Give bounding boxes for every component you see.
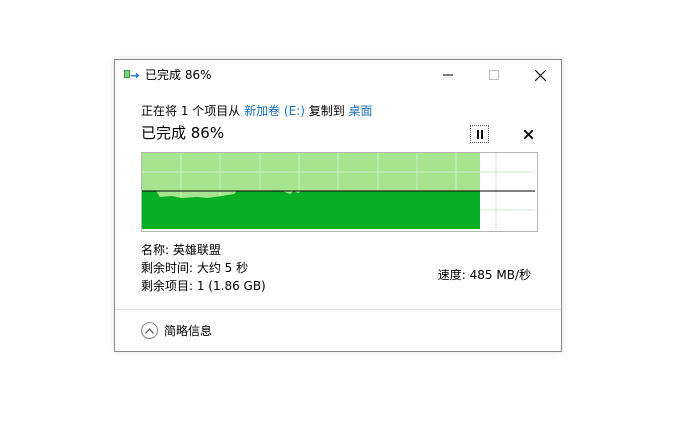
pause-button[interactable] bbox=[470, 125, 489, 143]
minimize-button[interactable] bbox=[425, 60, 471, 90]
copy-prefix: 正在将 1 个项目从 bbox=[141, 104, 245, 118]
copy-progress-dialog: 已完成 86% 正在将 1 个项目从 新加卷 (E:) 复制到 桌面 已完成 8… bbox=[114, 59, 562, 352]
pause-icon bbox=[476, 129, 483, 139]
transfer-speed-graph: 速度: 485 MB/秒 bbox=[141, 152, 538, 282]
transfer-details: 名称: 英雄联盟 剩余时间: 大约 5 秒 剩余项目: 1 (1.86 GB) bbox=[141, 241, 266, 295]
item-name: 名称: 英雄联盟 bbox=[141, 243, 221, 257]
copy-description: 正在将 1 个项目从 新加卷 (E:) 复制到 桌面 bbox=[141, 103, 373, 119]
items-remaining: 剩余项目: 1 (1.86 GB) bbox=[141, 279, 266, 293]
source-link[interactable]: 新加卷 (E:) bbox=[244, 104, 305, 118]
minimize-icon bbox=[443, 74, 453, 76]
chevron-up-icon bbox=[141, 322, 158, 339]
fewer-details-toggle[interactable]: 简略信息 bbox=[141, 322, 212, 339]
maximize-icon bbox=[489, 70, 499, 80]
footer-divider bbox=[115, 309, 561, 310]
progress-heading: 已完成 86% bbox=[141, 124, 225, 142]
cancel-icon bbox=[523, 129, 533, 139]
copy-middle: 复制到 bbox=[304, 104, 349, 118]
time-remaining: 剩余时间: 大约 5 秒 bbox=[141, 261, 249, 275]
cancel-button[interactable] bbox=[519, 125, 537, 143]
window-title: 已完成 86% bbox=[145, 68, 212, 82]
speed-label: 速度: 485 MB/秒 bbox=[437, 268, 531, 282]
title-bar[interactable]: 已完成 86% bbox=[115, 60, 561, 90]
destination-link[interactable]: 桌面 bbox=[349, 104, 373, 118]
close-icon bbox=[534, 69, 546, 81]
file-copy-icon bbox=[124, 70, 140, 79]
maximize-button[interactable] bbox=[471, 60, 517, 90]
close-button[interactable] bbox=[517, 60, 563, 90]
speed-graph-svg bbox=[142, 153, 535, 229]
fewer-details-label: 简略信息 bbox=[164, 323, 213, 338]
